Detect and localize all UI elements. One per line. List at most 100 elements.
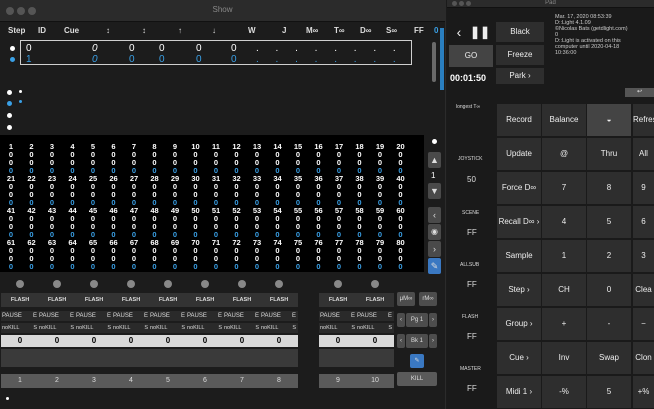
- fader-knob-icon[interactable]: [371, 280, 379, 288]
- pad-key[interactable]: Cue ›: [497, 342, 541, 374]
- edit-icon[interactable]: ✎: [428, 258, 441, 274]
- channel-cell[interactable]: 70 0 0 0: [188, 239, 204, 271]
- nokill-button[interactable]: noKILL S: [356, 323, 394, 333]
- nokill-button[interactable]: noKILL S: [186, 323, 224, 333]
- back-arrow-icon[interactable]: ‹: [452, 22, 466, 42]
- pad-key[interactable]: Thru: [587, 138, 631, 170]
- channel-cell[interactable]: 71 0 0 0: [208, 239, 224, 271]
- pad-key[interactable]: 3: [633, 240, 654, 272]
- channel-cell[interactable]: 75 0 0 0: [290, 239, 306, 271]
- fader-knob-icon[interactable]: [127, 280, 135, 288]
- channel-cell[interactable]: 21 0 0 0: [3, 175, 19, 207]
- flash-button[interactable]: FLASH: [1, 293, 39, 307]
- channel-cell[interactable]: 47 0 0 0: [126, 207, 142, 239]
- pad-key[interactable]: 5: [587, 206, 631, 238]
- channel-cell[interactable]: 54 0 0 0: [270, 207, 286, 239]
- pad-key[interactable]: +: [542, 308, 586, 340]
- header-fade-b[interactable]: ↕: [142, 26, 146, 35]
- pad-key[interactable]: Recall D∞ ›: [497, 206, 541, 238]
- allsub-value[interactable]: FF: [467, 280, 477, 289]
- pg-prev-icon[interactable]: ‹: [397, 313, 405, 327]
- channel-cell[interactable]: 14 0 0 0: [270, 143, 286, 175]
- nokill-button[interactable]: noKILL S: [1, 323, 39, 333]
- channel-cell[interactable]: 7000: [126, 143, 142, 175]
- fader-number-button[interactable]: 4: [112, 374, 150, 388]
- pause-button[interactable]: PAUSE E: [75, 311, 113, 321]
- fader-knob-icon[interactable]: [275, 280, 283, 288]
- channel-cell[interactable]: 62 0 0 0: [24, 239, 40, 271]
- fader-slot[interactable]: [223, 349, 261, 367]
- fader-knob-icon[interactable]: [201, 280, 209, 288]
- channel-cell[interactable]: 23 0 0 0: [44, 175, 60, 207]
- pause-button[interactable]: PAUSE E: [186, 311, 224, 321]
- channel-cell[interactable]: 27 0 0 0: [126, 175, 142, 207]
- header-w[interactable]: W: [248, 26, 256, 35]
- settings-circle-icon[interactable]: ◉: [428, 224, 441, 240]
- chevron-right-icon[interactable]: ›: [428, 241, 441, 257]
- channel-cell[interactable]: 80 0 0 0: [393, 239, 409, 271]
- mmm-button[interactable]: μM∞: [397, 292, 415, 306]
- pause-button[interactable]: PAUSE E: [319, 311, 357, 321]
- chevron-left-icon[interactable]: ‹: [428, 207, 441, 223]
- pad-key[interactable]: ◒: [587, 104, 631, 136]
- channel-cell[interactable]: 3000: [44, 143, 60, 175]
- nokill-button[interactable]: noKILL S: [38, 323, 76, 333]
- fader-level[interactable]: 0: [319, 335, 357, 347]
- fader-level[interactable]: 0: [1, 335, 39, 347]
- nokill-button[interactable]: noKILL S: [75, 323, 113, 333]
- fader-level[interactable]: 0: [223, 335, 261, 347]
- page-down-icon[interactable]: ▼: [428, 183, 441, 199]
- pad-key[interactable]: Refres: [633, 104, 654, 136]
- channel-cell[interactable]: 44 0 0 0: [65, 207, 81, 239]
- black-button[interactable]: Black: [496, 22, 544, 42]
- flash-button[interactable]: FLASH: [260, 293, 298, 307]
- pad-key[interactable]: CH: [542, 274, 586, 306]
- pad-key[interactable]: Swap: [587, 342, 631, 374]
- channel-cell[interactable]: 13 0 0 0: [249, 143, 265, 175]
- pause-button[interactable]: PAUSE E: [1, 311, 39, 321]
- bk-next-icon[interactable]: ›: [429, 334, 437, 348]
- channel-cell[interactable]: 12 0 0 0: [229, 143, 245, 175]
- fader-slot[interactable]: [149, 349, 187, 367]
- channel-cell[interactable]: 15 0 0 0: [290, 143, 306, 175]
- pause-button[interactable]: PAUSE E: [356, 311, 394, 321]
- master-value[interactable]: FF: [467, 384, 477, 393]
- pad-key[interactable]: Step ›: [497, 274, 541, 306]
- channel-cell[interactable]: 6000: [106, 143, 122, 175]
- channel-cell[interactable]: 24 0 0 0: [65, 175, 81, 207]
- channel-cell[interactable]: 49 0 0 0: [167, 207, 183, 239]
- header-fade-a[interactable]: ↕: [106, 26, 110, 35]
- pad-key[interactable]: 7: [542, 172, 586, 204]
- fader-slot[interactable]: [260, 349, 298, 367]
- pause-button[interactable]: PAUSE E: [223, 311, 261, 321]
- flash-button[interactable]: FLASH: [38, 293, 76, 307]
- channel-cell[interactable]: 74 0 0 0: [270, 239, 286, 271]
- channel-cell[interactable]: 34 0 0 0: [270, 175, 286, 207]
- pad-key[interactable]: -: [587, 308, 631, 340]
- fader-level[interactable]: 0: [38, 335, 76, 347]
- flash-button[interactable]: FLASH: [149, 293, 187, 307]
- pad-key[interactable]: Record: [497, 104, 541, 136]
- pad-key[interactable]: 8: [587, 172, 631, 204]
- nokill-button[interactable]: noKILL S: [149, 323, 187, 333]
- channel-cell[interactable]: 67 0 0 0: [126, 239, 142, 271]
- channel-cell[interactable]: 38 0 0 0: [352, 175, 368, 207]
- pause-button[interactable]: PAUSE E: [38, 311, 76, 321]
- channel-cell[interactable]: 57 0 0 0: [331, 207, 347, 239]
- channel-cell[interactable]: 36 0 0 0: [311, 175, 327, 207]
- pad-key[interactable]: Update: [497, 138, 541, 170]
- fader-level[interactable]: 0: [75, 335, 113, 347]
- header-d[interactable]: D∞: [360, 26, 371, 35]
- page-up-icon[interactable]: ▲: [428, 152, 441, 168]
- channel-cell[interactable]: 19 0 0 0: [372, 143, 388, 175]
- pad-key[interactable]: All: [633, 138, 654, 170]
- channel-cell[interactable]: 40 0 0 0: [393, 175, 409, 207]
- fader-knob-icon[interactable]: [90, 280, 98, 288]
- group-dot-icon[interactable]: [7, 101, 12, 106]
- channel-cell[interactable]: 2000: [24, 143, 40, 175]
- channel-cell[interactable]: 28 0 0 0: [147, 175, 163, 207]
- arrow-button[interactable]: ↩: [625, 88, 654, 97]
- header-t[interactable]: T∞: [334, 26, 345, 35]
- channel-cell[interactable]: 68 0 0 0: [147, 239, 163, 271]
- pad-key[interactable]: −: [633, 308, 654, 340]
